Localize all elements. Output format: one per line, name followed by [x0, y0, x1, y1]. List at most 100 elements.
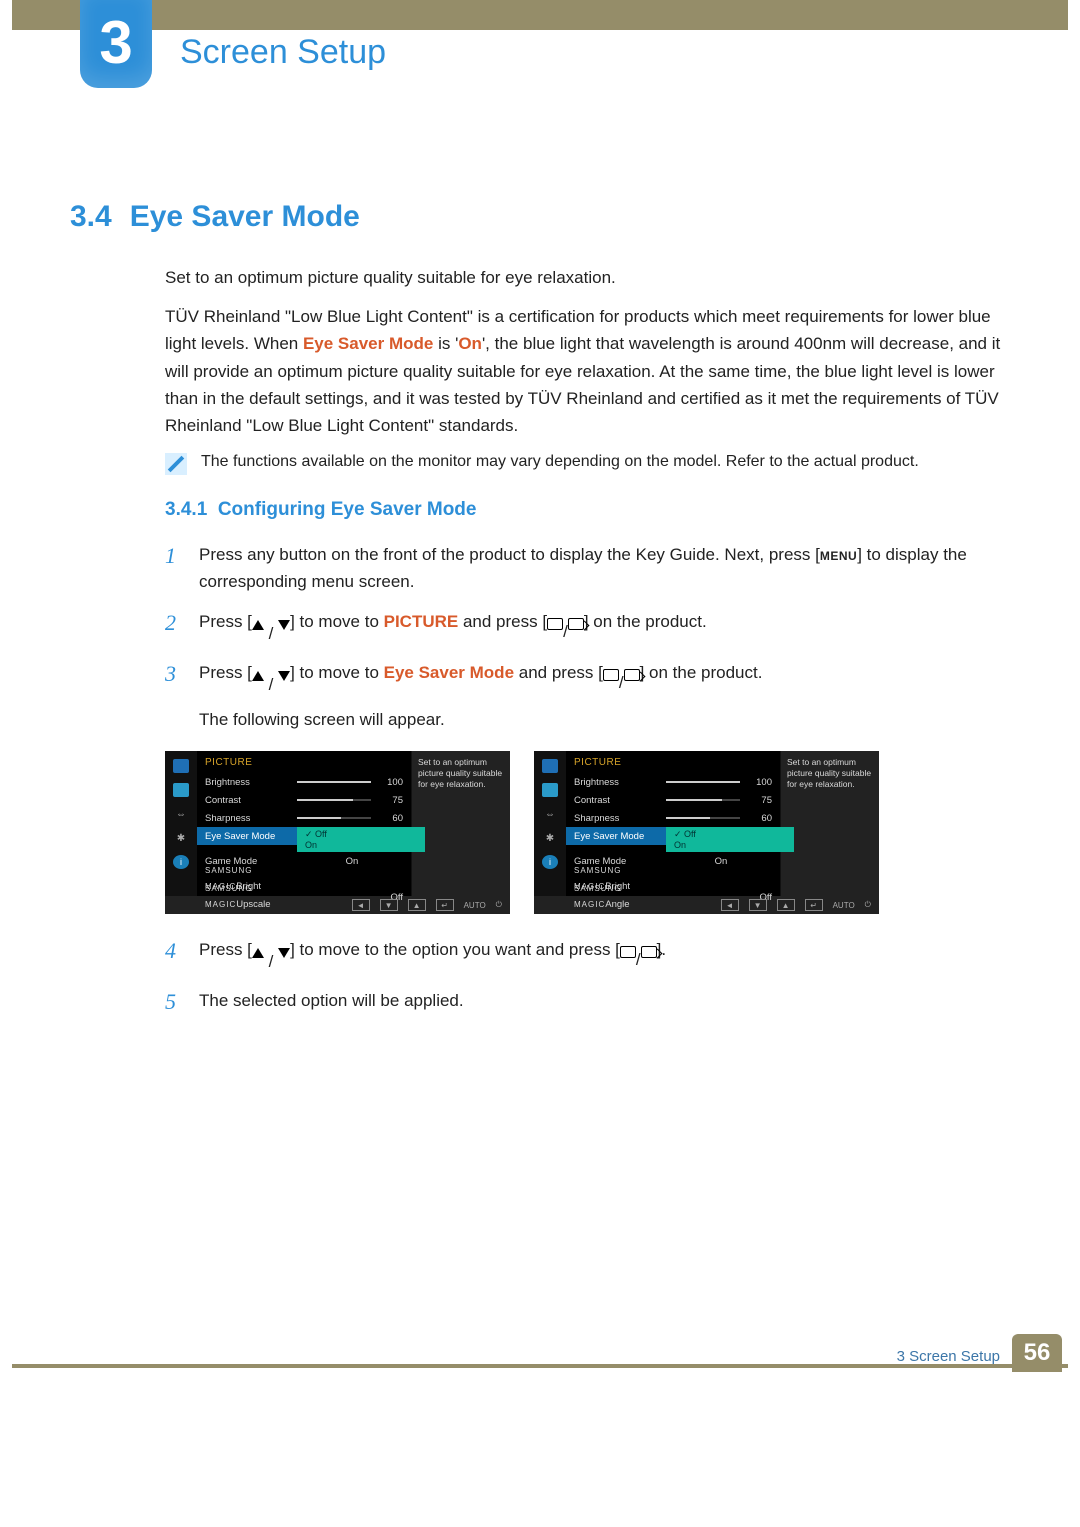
osd-row-contrast: Contrast 75 [197, 791, 411, 809]
value: 100 [746, 777, 772, 788]
footer-chapter-text: 3 Screen Setup [897, 1348, 1000, 1365]
intro-paragraph-1: Set to an optimum picture quality suitab… [70, 264, 1010, 291]
osd-row-brightness: Brightness100 [197, 773, 411, 791]
note-icon [165, 453, 187, 475]
osd-dropdown: Off On [297, 827, 425, 852]
intro-paragraph-2: TÜV Rheinland "Low Blue Light Content" i… [70, 303, 1010, 439]
label: Eye Saver Mode [574, 831, 666, 842]
note-row: The functions available on the monitor m… [70, 453, 1010, 475]
osd-row-brightness: Brightness 100 [566, 773, 780, 791]
subsection-heading: 3.4.1 Configuring Eye Saver Mode [165, 499, 1010, 521]
osd-row-sharpness: Sharpness60 [197, 809, 411, 827]
subsection-number: 3.4.1 [165, 499, 207, 520]
value: On [327, 856, 377, 867]
text: SAMSUNG [574, 884, 621, 893]
text: The following screen will appear. [199, 706, 1010, 733]
label: Sharpness [205, 813, 297, 824]
value: On [696, 856, 746, 867]
label: Game Mode [205, 856, 297, 867]
left-icon: ◄ [352, 899, 370, 911]
auto-label: AUTO [833, 901, 855, 910]
dropdown-option-off: Off [674, 829, 786, 840]
dropdown-option-on: On [674, 840, 786, 850]
step-2: Press [ / ] to move to PICTURE and press… [165, 608, 1010, 647]
osd-menu-1: ⇔ ✱ i PICTURE Brightness100 Contrast 75 S… [165, 751, 510, 914]
dropdown-option-off: Off [305, 829, 417, 840]
down-icon: ▼ [380, 899, 398, 911]
up-down-icon: / [252, 948, 290, 975]
chapter-number-badge: 3 [80, 0, 152, 88]
chapter-header: 3 Screen Setup [0, 0, 1080, 80]
text: is ' [433, 334, 458, 353]
osd-row-contrast: Contrast75 [566, 791, 780, 809]
text: SAMSUNG [574, 866, 621, 875]
text: Upscale [236, 899, 270, 910]
label: Contrast [574, 795, 666, 806]
text: ] on the product. [640, 663, 763, 682]
label: Contrast [205, 795, 297, 806]
enter-icon: / [603, 669, 640, 696]
page-footer: 3 Screen Setup 56 [0, 1364, 1080, 1414]
label: Game Mode [574, 856, 666, 867]
osd-screenshots-row: ⇔ ✱ i PICTURE Brightness 100 Contrast 75 S… [70, 751, 1010, 914]
osd-title: PICTURE [197, 757, 411, 773]
osd-tooltip: Set to an optimum picture quality suitab… [780, 751, 879, 896]
text: MAGIC [205, 900, 236, 909]
text: ] on the product. [584, 612, 707, 631]
arrows-icon: ⇔ [173, 807, 189, 821]
list-icon [173, 783, 189, 797]
highlight-text: On [458, 334, 482, 353]
text: Press [ [199, 940, 252, 959]
step-1: Press any button on the front of the pro… [165, 541, 1010, 595]
osd-row-sharpness: Sharpness60 [566, 809, 780, 827]
power-icon: ⏻ [496, 900, 502, 910]
arrows-icon: ⇔ [542, 807, 558, 821]
auto-label: AUTO [464, 901, 486, 910]
label: Eye Saver Mode [205, 831, 297, 842]
page-number: 56 [1012, 1334, 1062, 1372]
osd-sidebar: ⇔ ✱ i [534, 751, 566, 896]
enter-icon: ↵ [805, 899, 823, 911]
osd-title: PICTURE [566, 757, 780, 773]
value: 60 [746, 813, 772, 824]
monitor-icon [173, 759, 189, 773]
gear-icon: ✱ [173, 831, 189, 845]
menu-button-label: MENU [820, 549, 857, 563]
section-heading: 3.4Eye Saver Mode [70, 200, 1010, 234]
up-down-icon: / [252, 671, 290, 698]
step-5: The selected option will be applied. [165, 987, 1010, 1014]
monitor-icon [542, 759, 558, 773]
text: and press [ [458, 612, 547, 631]
up-down-icon: / [252, 620, 290, 647]
value: 100 [377, 777, 403, 788]
text: SAMSUNG [205, 866, 252, 875]
left-icon: ◄ [721, 899, 739, 911]
enter-icon: ↵ [436, 899, 454, 911]
enter-icon: / [547, 618, 584, 645]
info-icon: i [173, 855, 189, 869]
down-icon: ▼ [749, 899, 767, 911]
text: SAMSUNG [205, 884, 252, 893]
dropdown-option-on: On [305, 840, 417, 850]
text: ] to move to [290, 663, 384, 682]
step-3: Press [ / ] to move to Eye Saver Mode an… [165, 659, 1010, 733]
subsection-title: Configuring Eye Saver Mode [218, 499, 477, 520]
up-icon: ▲ [408, 899, 426, 911]
text: Press any button on the front of the pro… [199, 545, 820, 564]
osd-tooltip: Set to an optimum picture quality suitab… [411, 751, 510, 896]
text: and press [ [514, 663, 603, 682]
section-number: 3.4 [70, 200, 112, 233]
highlight-text: Eye Saver Mode [303, 334, 433, 353]
text: ] to move to the option you want and pre… [290, 940, 620, 959]
highlight-text: Eye Saver Mode [384, 663, 514, 682]
osd-menu-2: ⇔ ✱ i PICTURE Brightness 100 Contrast75 S… [534, 751, 879, 914]
text: ] to move to [290, 612, 384, 631]
power-icon: ⏻ [865, 900, 871, 910]
up-icon: ▲ [777, 899, 795, 911]
value: 75 [377, 795, 403, 806]
osd-sidebar: ⇔ ✱ i [165, 751, 197, 896]
label: Brightness [574, 777, 666, 788]
step-4: Press [ / ] to move to the option you wa… [165, 936, 1010, 975]
text: Press [ [199, 612, 252, 631]
text: Angle [605, 899, 629, 910]
